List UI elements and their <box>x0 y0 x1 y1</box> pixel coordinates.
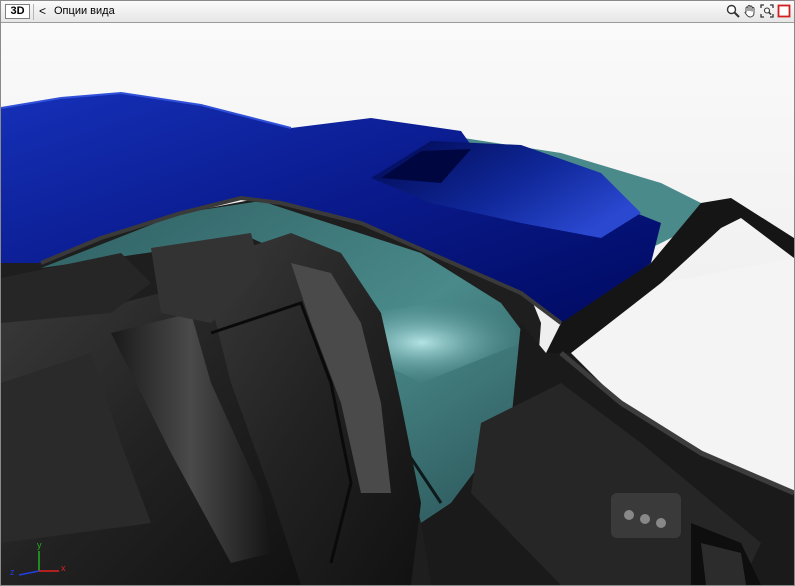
maximize-icon[interactable] <box>776 3 792 19</box>
axis-x-label: x <box>61 563 66 573</box>
pan-hand-icon[interactable] <box>742 3 758 19</box>
axis-z-label: z <box>10 567 15 577</box>
car-model-render <box>1 23 794 585</box>
view-mode-3d-button[interactable]: 3D <box>5 4 30 19</box>
3d-viewport[interactable]: y x z <box>1 23 794 585</box>
view-options-menu[interactable]: Опции вида <box>54 4 115 19</box>
axis-y-label: y <box>37 540 42 550</box>
toolbar-separator <box>33 4 34 20</box>
axis-triad: y x z <box>5 529 75 579</box>
back-button[interactable]: < <box>39 4 46 19</box>
viewport-window: 3D < Опции вида y x z <box>0 0 795 586</box>
viewport-tools <box>725 3 792 20</box>
zoom-extents-icon[interactable] <box>759 3 775 19</box>
zoom-icon[interactable] <box>725 3 741 19</box>
viewport-toolbar: 3D < Опции вида <box>1 1 794 23</box>
